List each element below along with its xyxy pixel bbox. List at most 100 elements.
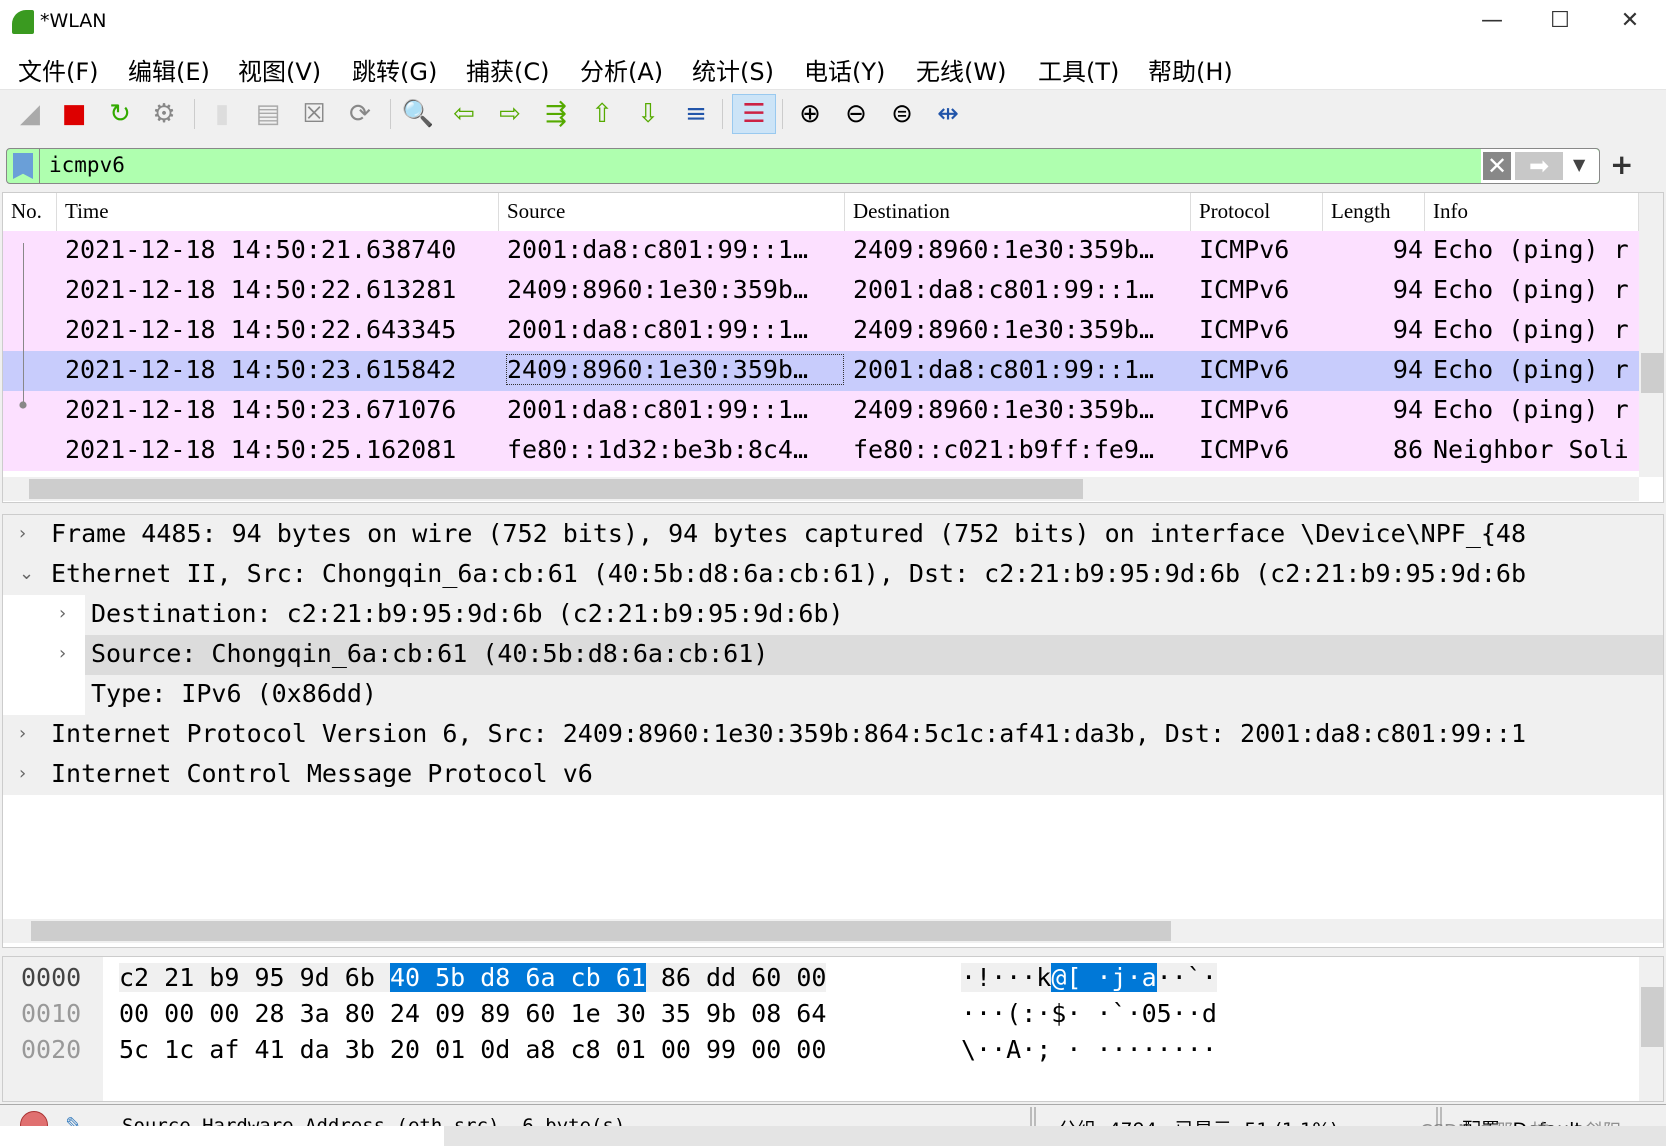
clear-filter-icon[interactable]: ✕ <box>1483 152 1511 180</box>
toolbar-separator <box>194 99 195 129</box>
hex-bytes[interactable]: 00 00 00 28 3a 80 24 09 89 60 1e 30 35 9… <box>119 999 826 1028</box>
column-header-length[interactable]: Length <box>1323 193 1425 231</box>
vscroll-thumb[interactable] <box>1641 987 1663 1047</box>
ascii-bytes[interactable]: \··A·; · ········ <box>961 1035 1217 1064</box>
restart-capture-icon[interactable]: ↻ <box>102 96 138 132</box>
last-packet-icon[interactable]: ⇩ <box>630 96 666 132</box>
close-button[interactable]: ✕ <box>1610 8 1650 38</box>
cell-protocol: ICMPv6 <box>1199 355 1290 384</box>
menu-3[interactable]: 跳转(G) <box>352 52 437 87</box>
expand-arrow-icon[interactable]: › <box>19 763 26 784</box>
zoom-out-icon[interactable]: ⊖ <box>838 96 874 132</box>
cell-info: Echo (ping) r <box>1433 395 1629 424</box>
detail-text: Internet Control Message Protocol v6 <box>51 759 593 788</box>
maximize-button[interactable]: ☐ <box>1540 8 1580 38</box>
column-header-destination[interactable]: Destination <box>845 193 1191 231</box>
add-filter-button-icon[interactable]: + <box>1610 148 1633 181</box>
cell-info: Echo (ping) r <box>1433 275 1629 304</box>
overlay-blank <box>0 1126 444 1146</box>
expand-arrow-icon[interactable]: › <box>19 723 26 744</box>
zoom-reset-icon[interactable]: ⊜ <box>884 96 920 132</box>
menu-4[interactable]: 捕获(C) <box>466 52 549 87</box>
packet-row[interactable]: 2021-12-18 14:50:22.643345 2001:da8:c801:… <box>3 311 1639 351</box>
cell-source: fe80::1d32:be3b:8c4… <box>507 435 809 464</box>
display-filter-input[interactable]: icmpv6 <box>49 153 125 177</box>
detail-text: Type: IPv6 (0x86dd) <box>91 679 377 708</box>
packet-bytes: 0000 c2 21 b9 95 9d 6b 40 5b d8 6a cb 61 … <box>2 956 1664 1102</box>
shark-fin-start-icon[interactable]: ◢ <box>12 96 48 132</box>
menu-6[interactable]: 统计(S) <box>692 52 774 87</box>
column-header-protocol[interactable]: Protocol <box>1191 193 1323 231</box>
cell-length: 86 <box>1392 435 1423 464</box>
column-header-source[interactable]: Source <box>499 193 845 231</box>
cell-time: 2021-12-18 14:50:21.638740 <box>65 235 457 264</box>
ascii-apre: ···(:·$· ·`·05··d <box>961 999 1217 1028</box>
cell-time: 2021-12-18 14:50:23.615842 <box>65 355 457 384</box>
expand-arrow-icon[interactable]: › <box>59 643 66 664</box>
expand-arrow-icon[interactable]: › <box>19 523 26 544</box>
zoom-in-icon[interactable]: ⊕ <box>792 96 828 132</box>
go-forward-icon[interactable]: ⇨ <box>492 96 528 132</box>
save-file-icon[interactable]: ▤ <box>250 96 286 132</box>
minimize-button[interactable]: — <box>1472 8 1512 38</box>
go-back-icon[interactable]: ⇦ <box>446 96 482 132</box>
apply-filter-icon[interactable]: ➡ <box>1515 152 1563 180</box>
open-file-icon[interactable]: ▮ <box>204 96 240 132</box>
hex-pre: 5c 1c af 41 da 3b 20 01 0d a8 c8 01 00 9… <box>119 1035 827 1064</box>
go-to-packet-icon[interactable]: ⇶ <box>538 96 574 132</box>
menu-9[interactable]: 工具(T) <box>1038 52 1119 87</box>
hex-bytes[interactable]: c2 21 b9 95 9d 6b 40 5b d8 6a cb 61 86 d… <box>119 963 827 992</box>
column-header-time[interactable]: Time <box>57 193 499 231</box>
packet-list-vscrollbar[interactable] <box>1639 193 1663 477</box>
menu-5[interactable]: 分析(A) <box>580 52 663 87</box>
expand-arrow-icon[interactable]: › <box>59 603 66 624</box>
packet-row[interactable]: 2021-12-18 14:50:22.613281 2409:8960:1e30… <box>3 271 1639 311</box>
packet-row[interactable]: 2021-12-18 14:50:21.638740 2001:da8:c801:… <box>3 231 1639 271</box>
main-toolbar: ◢ ■ ↻ ⚙ ▮ ▤ ☒ ⟳ 🔍 ⇦ ⇨ ⇶ ⇧ ⇩ ≡ ☰ ⊕ ⊖ ⊜ ⇹ <box>0 91 1666 139</box>
menu-1[interactable]: 编辑(E) <box>128 52 210 87</box>
cell-destination: 2409:8960:1e30:359b… <box>853 235 1155 264</box>
hscroll-thumb[interactable] <box>31 921 1171 941</box>
resize-columns-icon[interactable]: ⇹ <box>930 96 966 132</box>
packet-row[interactable]: 2021-12-18 14:50:23.615842 2409:8960:1e30… <box>3 351 1639 391</box>
colorize-icon[interactable]: ☰ <box>732 94 776 134</box>
display-filter-bar: icmpv6 ✕ ➡ ▼ <box>6 148 1600 184</box>
vscroll-thumb[interactable] <box>1641 353 1663 393</box>
hex-bytes[interactable]: 5c 1c af 41 da 3b 20 01 0d a8 c8 01 00 9… <box>119 1035 826 1064</box>
menu-7[interactable]: 电话(Y) <box>804 52 885 87</box>
menu-8[interactable]: 无线(W) <box>916 52 1006 87</box>
cell-info: Echo (ping) r <box>1433 235 1629 264</box>
menu-10[interactable]: 帮助(H) <box>1148 52 1233 87</box>
cell-info: Echo (ping) r <box>1433 355 1629 384</box>
toolbar-separator <box>390 99 391 129</box>
menu-0[interactable]: 文件(F) <box>18 52 99 87</box>
menu-2[interactable]: 视图(V) <box>238 52 321 87</box>
ascii-bytes[interactable]: ···(:·$· ·`·05··d <box>961 999 1217 1028</box>
wireshark-logo-icon <box>12 10 34 34</box>
find-packet-icon[interactable]: 🔍 <box>400 96 436 132</box>
close-file-icon[interactable]: ☒ <box>296 96 332 132</box>
ascii-bytes[interactable]: ·!···k@[ ·j·a··`· <box>961 963 1217 992</box>
detail-text: Frame 4485: 94 bytes on wire (752 bits),… <box>51 519 1527 548</box>
related-packet-marker <box>19 401 27 409</box>
first-packet-icon[interactable]: ⇧ <box>584 96 620 132</box>
bookmark-icon[interactable] <box>13 153 33 179</box>
hscroll-thumb[interactable] <box>29 479 1083 499</box>
cell-destination: 2409:8960:1e30:359b… <box>853 395 1155 424</box>
column-header-info[interactable]: Info <box>1425 193 1639 231</box>
packet-list: No. Time Source Destination Protocol Length In… <box>2 192 1664 503</box>
reload-file-icon[interactable]: ⟳ <box>342 96 378 132</box>
expand-arrow-icon[interactable]: ⌄ <box>19 563 34 584</box>
packet-row[interactable]: 2021-12-18 14:50:23.671076 2001:da8:c801:… <box>3 391 1639 431</box>
filter-history-dropdown[interactable]: ▼ <box>1573 155 1585 174</box>
related-packet-line <box>23 243 24 405</box>
stop-capture-icon[interactable]: ■ <box>56 96 92 132</box>
column-header-no[interactable]: No. <box>3 193 57 231</box>
cell-destination: 2409:8960:1e30:359b… <box>853 315 1155 344</box>
capture-options-icon[interactable]: ⚙ <box>146 96 182 132</box>
packet-row[interactable]: 2021-12-18 14:50:25.162081 fe80::1d32:be3… <box>3 431 1639 471</box>
cell-time: 2021-12-18 14:50:22.613281 <box>65 275 457 304</box>
packet-details: › Frame 4485: 94 bytes on wire (752 bits)… <box>2 514 1664 948</box>
cell-time: 2021-12-18 14:50:22.643345 <box>65 315 457 344</box>
autoscroll-icon[interactable]: ≡ <box>678 96 714 132</box>
